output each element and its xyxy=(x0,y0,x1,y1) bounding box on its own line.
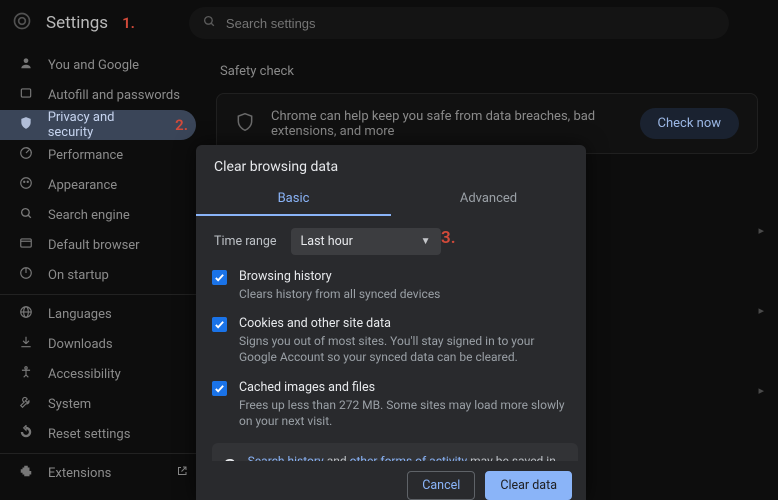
shield-outline-icon xyxy=(235,112,255,136)
check-desc: Signs you out of most sites. You'll stay… xyxy=(239,333,572,365)
shield-icon xyxy=(18,116,34,134)
globe-icon xyxy=(18,305,34,323)
time-range-row: Time range Last hour ▼ xyxy=(212,228,578,255)
page-title: Settings xyxy=(46,13,108,33)
extension-icon xyxy=(18,464,34,482)
search-settings[interactable] xyxy=(189,7,729,39)
dialog-title: Clear browsing data xyxy=(196,145,586,181)
sidebar-item-system[interactable]: System xyxy=(0,389,196,419)
dialog-footer: Cancel Clear data xyxy=(196,461,586,500)
check-desc: Frees up less than 272 MB. Some sites ma… xyxy=(239,397,572,429)
check-desc: Clears history from all synced devices xyxy=(239,286,440,302)
chrome-logo-icon xyxy=(12,11,32,35)
sidebar-item-label: You and Google xyxy=(48,58,139,73)
browser-icon xyxy=(18,236,34,254)
search-input[interactable] xyxy=(226,16,715,31)
search-icon xyxy=(203,15,216,32)
header: Settings 1. xyxy=(0,0,778,46)
sidebar-divider xyxy=(0,453,196,454)
search-icon xyxy=(18,207,34,224)
accessibility-icon xyxy=(18,365,34,383)
caret-down-icon: ▼ xyxy=(421,236,431,247)
appearance-icon xyxy=(18,176,34,194)
time-range-label: Time range xyxy=(214,234,277,249)
check-title: Cookies and other site data xyxy=(239,316,572,331)
dialog-body: 3. Time range Last hour ▼ Browsing histo… xyxy=(196,216,586,461)
annotation-2: 2. xyxy=(175,116,188,134)
sidebar-item-label: Default browser xyxy=(48,238,140,253)
sidebar-item-label: Appearance xyxy=(48,178,117,193)
chevron-right-icon: ▸ xyxy=(758,224,764,237)
safety-check-message: Chrome can help keep you safe from data … xyxy=(271,109,624,139)
sidebar-item-languages[interactable]: Languages xyxy=(0,299,196,329)
check-cookies[interactable]: Cookies and other site data Signs you ou… xyxy=(212,316,578,365)
chevron-right-icon: ▸ xyxy=(758,384,764,397)
sidebar-item-label: Languages xyxy=(48,307,112,322)
wrench-icon xyxy=(18,395,34,413)
sidebar-item-appearance[interactable]: Appearance xyxy=(0,170,196,200)
check-browsing-history[interactable]: Browsing history Clears history from all… xyxy=(212,269,578,302)
time-range-value: Last hour xyxy=(301,234,353,249)
check-cache[interactable]: Cached images and files Frees up less th… xyxy=(212,380,578,429)
cancel-button[interactable]: Cancel xyxy=(407,471,475,500)
sidebar: You and Google Autofill and passwords Pr… xyxy=(0,46,196,500)
sidebar-item-label: Reset settings xyxy=(48,427,130,442)
sidebar-item-reset[interactable]: Reset settings xyxy=(0,419,196,449)
clear-browsing-data-dialog: Clear browsing data Basic Advanced 3. Ti… xyxy=(196,145,586,500)
tab-advanced[interactable]: Advanced xyxy=(391,181,586,216)
check-now-button[interactable]: Check now xyxy=(640,108,740,139)
check-title: Browsing history xyxy=(239,269,440,284)
sidebar-item-label: Performance xyxy=(48,148,123,163)
google-activity-info: G Search history and other forms of acti… xyxy=(212,443,578,461)
person-icon xyxy=(18,56,34,74)
autofill-icon xyxy=(18,86,34,104)
sidebar-item-label: Privacy and security xyxy=(48,110,161,140)
sidebar-item-default-browser[interactable]: Default browser xyxy=(0,230,196,260)
sidebar-item-downloads[interactable]: Downloads xyxy=(0,329,196,359)
check-title: Cached images and files xyxy=(239,380,572,395)
sidebar-item-you-and-google[interactable]: You and Google xyxy=(0,50,196,80)
reset-icon xyxy=(18,425,34,443)
download-icon xyxy=(18,335,34,353)
clear-data-button[interactable]: Clear data xyxy=(485,471,572,500)
sidebar-item-label: System xyxy=(48,397,91,412)
sidebar-item-label: Downloads xyxy=(48,337,113,352)
sidebar-item-label: Extensions xyxy=(48,466,111,481)
sidebar-divider xyxy=(0,294,196,295)
sidebar-item-label: Autofill and passwords xyxy=(48,88,180,103)
sidebar-item-label: On startup xyxy=(48,268,109,283)
sidebar-item-autofill[interactable]: Autofill and passwords xyxy=(0,80,196,110)
sidebar-item-performance[interactable]: Performance xyxy=(0,140,196,170)
chevron-right-icon: ▸ xyxy=(758,304,764,317)
sidebar-item-search-engine[interactable]: Search engine xyxy=(0,200,196,230)
google-g-icon: G xyxy=(224,455,236,461)
tab-basic[interactable]: Basic xyxy=(196,181,391,216)
safety-check-heading: Safety check xyxy=(216,64,758,79)
sidebar-item-accessibility[interactable]: Accessibility xyxy=(0,359,196,389)
other-activity-link[interactable]: other forms of activity xyxy=(350,454,468,461)
sidebar-item-privacy[interactable]: Privacy and security 2. xyxy=(0,110,196,140)
annotation-1: 1. xyxy=(122,14,135,32)
search-history-link[interactable]: Search history xyxy=(248,454,324,461)
sidebar-item-label: Search engine xyxy=(48,208,130,223)
annotation-3: 3. xyxy=(441,228,456,248)
speed-icon xyxy=(18,146,34,164)
time-range-select[interactable]: Last hour ▼ xyxy=(291,228,441,255)
sidebar-item-label: Accessibility xyxy=(48,367,121,382)
open-external-icon xyxy=(176,465,188,481)
dialog-tabs: Basic Advanced xyxy=(196,181,586,216)
sidebar-item-on-startup[interactable]: On startup xyxy=(0,260,196,290)
checkbox-icon[interactable] xyxy=(212,317,227,332)
power-icon xyxy=(18,266,34,284)
info-text: Search history and other forms of activi… xyxy=(248,453,566,461)
sidebar-item-extensions[interactable]: Extensions xyxy=(0,458,196,488)
checkbox-icon[interactable] xyxy=(212,270,227,285)
checkbox-icon[interactable] xyxy=(212,381,227,396)
